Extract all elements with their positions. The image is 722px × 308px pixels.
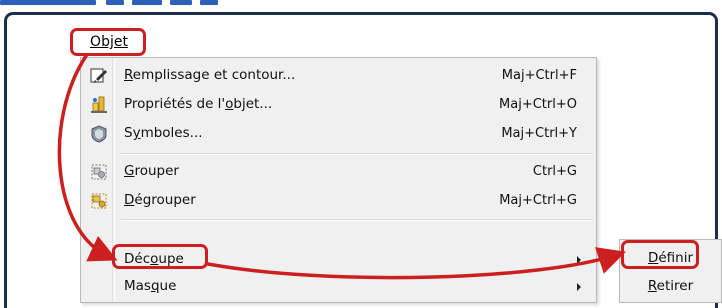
- menu-item-label: Remplissage et contour...: [124, 67, 296, 83]
- menu-item-label: Dégrouper: [124, 192, 196, 208]
- annotation-highlight-definir: [621, 240, 699, 269]
- submenu-arrow-icon: [577, 256, 581, 264]
- menu-item-label: Masque: [124, 278, 177, 294]
- fill-stroke-icon: [90, 68, 107, 83]
- menu-item-shortcut: Ctrl+G: [532, 164, 577, 179]
- menu-separator: [121, 219, 593, 221]
- menu-item-shortcut: Maj+Ctrl+F: [501, 68, 577, 83]
- menu-item-object-properties[interactable]: Propriétés de l'objet... Maj+Ctrl+O: [82, 91, 597, 118]
- menu-item-label: Propriétés de l'objet...: [124, 96, 273, 112]
- object-properties-icon: [91, 96, 107, 113]
- annotation-highlight-decoupe: [112, 244, 208, 269]
- menu-item-fill-and-stroke[interactable]: Remplissage et contour... Maj+Ctrl+F: [82, 62, 597, 89]
- menu-item-group[interactable]: Grouper Ctrl+G: [82, 158, 597, 185]
- menu-item-label: Grouper: [124, 163, 179, 179]
- menu-item-shortcut: Maj+Ctrl+Y: [501, 126, 577, 141]
- menu-item-ungroup[interactable]: Dégrouper Maj+Ctrl+G: [82, 187, 597, 214]
- cropped-top-strip: [0, 0, 722, 10]
- menu-item-symbols[interactable]: Symboles... Maj+Ctrl+Y: [82, 120, 597, 147]
- menu-item-shortcut: Maj+Ctrl+O: [499, 97, 577, 112]
- annotation-highlight-objet: [70, 28, 146, 56]
- submenu-arrow-icon: [577, 283, 581, 291]
- menu-item-label: Symboles...: [124, 125, 203, 141]
- ungroup-icon: [91, 193, 107, 209]
- group-icon: [91, 164, 107, 180]
- menu-item-mask[interactable]: Masque: [82, 273, 597, 300]
- menu-separator: [121, 153, 593, 155]
- submenu-item-release[interactable]: Retirer: [620, 273, 721, 300]
- symbols-icon: [91, 125, 107, 143]
- menu-item-shortcut: Maj+Ctrl+G: [499, 193, 577, 208]
